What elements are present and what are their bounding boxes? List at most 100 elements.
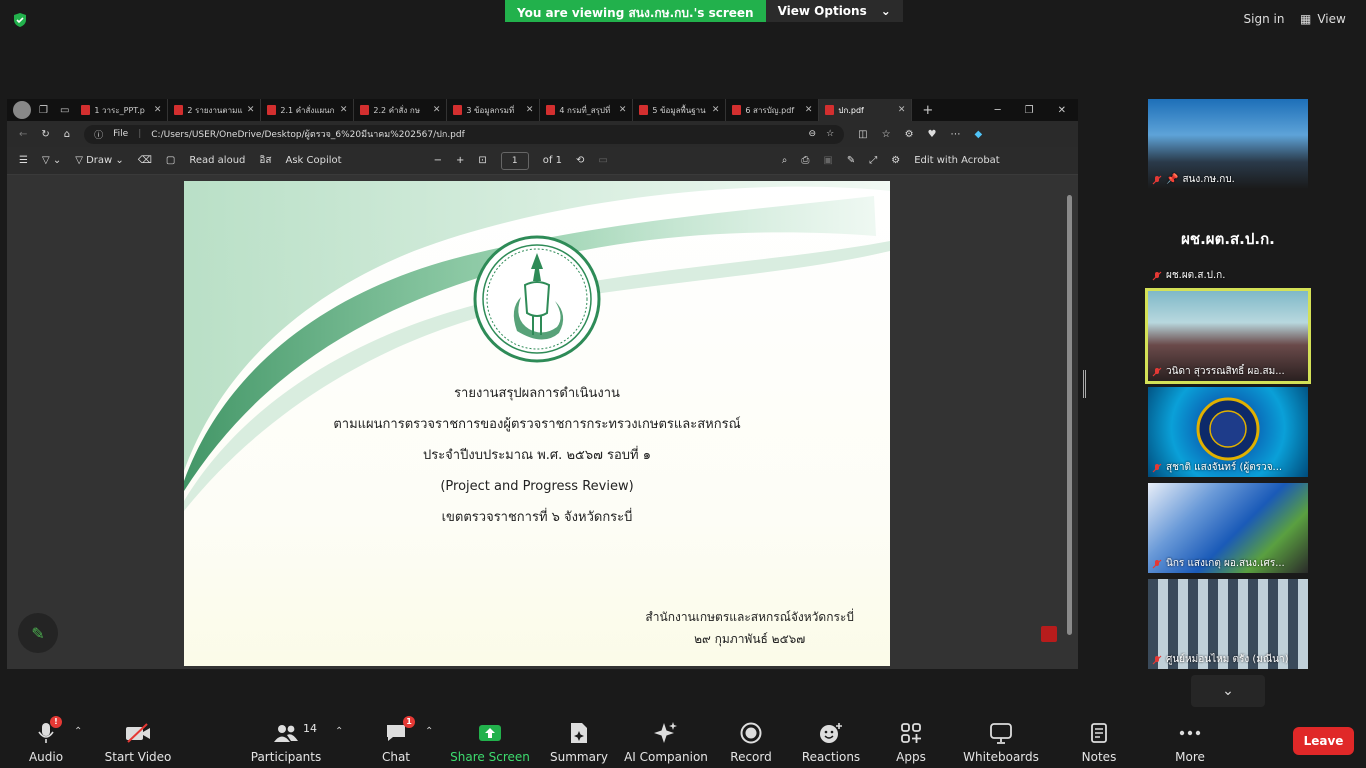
video-tile[interactable]: สุชาติ แสงจันทร์ (ผู้ตรวจ... xyxy=(1148,387,1308,477)
rotate-icon[interactable]: ⟲ xyxy=(576,155,584,166)
url-field[interactable]: ⓘ File | C:/Users/USER/OneDrive/Desktop/… xyxy=(84,124,845,144)
video-tile-active-speaker[interactable]: วนิดา สุวรรณสิทธิ์ ผอ.สม... xyxy=(1145,288,1311,384)
highlight-icon[interactable]: ▽ ⌄ xyxy=(42,155,61,166)
view-options-button[interactable]: View Options ⌄ xyxy=(765,0,903,22)
participants-button[interactable]: 14 Participants xyxy=(251,716,322,764)
video-tile[interactable]: ศูนย์หม่อนไหม ตรัง (มณีนา) xyxy=(1148,579,1308,669)
window-close-icon[interactable]: ✕ xyxy=(1058,105,1066,116)
browser-tab[interactable]: 4 กรมที่_สรุปที่ ✕ xyxy=(540,99,634,121)
zoom-in-icon[interactable]: + xyxy=(456,155,464,166)
video-tile[interactable]: นิกร แสงเกตุ ผอ.สนง.เศร... xyxy=(1148,483,1308,573)
more-tiles-button[interactable]: ⌄ xyxy=(1191,675,1265,707)
panel-resize-handle[interactable] xyxy=(1083,370,1086,398)
workspaces-icon[interactable]: ❐ xyxy=(39,105,48,116)
summary-button[interactable]: Summary xyxy=(550,716,608,764)
apps-button[interactable]: Apps xyxy=(892,716,930,764)
close-icon[interactable]: ✕ xyxy=(898,105,906,115)
vertical-scrollbar[interactable] xyxy=(1067,183,1074,658)
close-icon[interactable]: ✕ xyxy=(805,105,813,115)
whiteboards-button[interactable]: Whiteboards xyxy=(962,716,1040,764)
fullscreen-icon[interactable]: ⤢ xyxy=(869,155,877,166)
browser-tab[interactable]: 2 รายงานตามแ ✕ xyxy=(168,99,262,121)
browser-tab[interactable]: 2.1 คำสั่งแผนก ✕ xyxy=(261,99,355,121)
pdf-viewer[interactable]: รายงานสรุปผลการดำเนินงาน ตามแผนการตรวจรา… xyxy=(7,175,1078,669)
browser-tab[interactable]: 6 สารบัญ.pdf ✕ xyxy=(726,99,820,121)
favorite-star-icon[interactable]: ☆ xyxy=(826,129,834,139)
page-number-input[interactable]: 1 xyxy=(500,151,529,170)
chat-options-caret[interactable]: ⌃ xyxy=(425,726,433,737)
settings-icon[interactable]: ⚙ xyxy=(891,155,900,166)
contents-icon[interactable]: ☰ xyxy=(19,155,28,166)
zoom-icon[interactable]: ⊖ xyxy=(809,129,817,139)
browser-tab-active[interactable]: ปก.pdf ✕ xyxy=(819,99,913,121)
restore-icon[interactable]: ❐ xyxy=(1025,105,1034,116)
extensions-icon[interactable]: ⚙ xyxy=(905,129,914,140)
back-icon[interactable]: ← xyxy=(19,129,27,140)
scrollbar-thumb[interactable] xyxy=(1067,195,1072,635)
security-shield-icon[interactable] xyxy=(12,12,28,28)
favorites-icon[interactable]: ☆ xyxy=(882,129,891,140)
print-icon[interactable]: ⎙ xyxy=(801,155,809,166)
chat-button[interactable]: 1 Chat xyxy=(378,716,415,764)
minimize-icon[interactable]: ─ xyxy=(995,105,1001,116)
search-icon[interactable]: ⌕ xyxy=(782,155,788,166)
tab-actions-icon[interactable]: ▭ xyxy=(60,105,69,116)
edit-with-acrobat-button[interactable]: Edit with Acrobat xyxy=(914,155,1000,166)
ask-copilot-button[interactable]: Ask Copilot xyxy=(286,155,342,166)
notes-button[interactable]: Notes xyxy=(1080,716,1118,764)
browser-tab[interactable]: 2.2 คำสั่ง กษ ✕ xyxy=(354,99,448,121)
browser-tab[interactable]: 3 ข้อมูลกรมที่ ✕ xyxy=(447,99,541,121)
video-tile[interactable]: ผช.ผต.ส.ป.ก. ผช.ผต.ส.ป.ก. xyxy=(1148,195,1308,285)
chat-unread-badge: 1 xyxy=(403,716,415,728)
participant-name: นิกร แสงเกตุ ผอ.สนง.เศร... xyxy=(1166,558,1285,569)
profile-avatar[interactable] xyxy=(13,101,31,119)
pen-edit-icon[interactable]: ✎ xyxy=(18,613,58,653)
read-aloud-button[interactable]: Read aloud xyxy=(189,155,245,166)
tab-label: ปก.pdf xyxy=(838,105,864,115)
split-screen-icon[interactable]: ◫ xyxy=(858,129,867,140)
close-icon[interactable]: ✕ xyxy=(712,105,720,115)
close-icon[interactable]: ✕ xyxy=(619,105,627,115)
home-icon[interactable]: ⌂ xyxy=(64,129,70,140)
text-box-icon[interactable]: ▢ xyxy=(166,155,175,166)
refresh-icon[interactable]: ↻ xyxy=(41,129,49,140)
fit-page-icon[interactable]: ⊡ xyxy=(478,155,486,166)
zoom-out-icon[interactable]: − xyxy=(434,155,442,166)
start-video-button[interactable]: Start Video xyxy=(104,716,172,764)
browser-essentials-icon[interactable]: ♥ xyxy=(928,129,937,140)
new-tab-icon[interactable]: + xyxy=(922,103,933,118)
close-icon[interactable]: ✕ xyxy=(526,105,534,115)
video-tile[interactable]: 📌 สนง.กษ.กบ. xyxy=(1148,99,1308,189)
reactions-button[interactable]: Reactions xyxy=(802,716,860,764)
browser-tab[interactable]: 1 วาระ_PPT.p ✕ xyxy=(75,99,169,121)
more-button[interactable]: More xyxy=(1170,716,1210,764)
view-options-label: View Options xyxy=(777,4,867,18)
translate-button[interactable]: อิส xyxy=(259,153,271,168)
record-button[interactable]: Record xyxy=(728,716,774,764)
save-as-icon[interactable]: ✎ xyxy=(847,155,855,166)
draw-button[interactable]: ▽ Draw ⌄ xyxy=(75,155,124,166)
share-screen-button[interactable]: Share Screen xyxy=(450,716,530,764)
document-title-line: รายงานสรุปผลการดำเนินงาน xyxy=(454,386,620,401)
close-icon[interactable]: ✕ xyxy=(154,105,162,115)
save-icon[interactable]: ▣ xyxy=(823,155,832,166)
audio-button[interactable]: ! Audio xyxy=(26,716,66,764)
pdf-page: รายงานสรุปผลการดำเนินงาน ตามแผนการตรวจรา… xyxy=(184,181,890,666)
more-options-icon[interactable]: ⋯ xyxy=(951,129,961,140)
copilot-icon[interactable]: ◆ xyxy=(975,129,983,140)
browser-tab[interactable]: 5 ข้อมูลพื้นฐาน ✕ xyxy=(633,99,727,121)
shared-screen[interactable]: ❐ ▭ 1 วาระ_PPT.p ✕ 2 รายงานตามแ ✕ 2.1 คำสั… xyxy=(7,99,1078,669)
mic-muted-icon xyxy=(1152,559,1162,568)
close-icon[interactable]: ✕ xyxy=(433,105,441,115)
leave-button[interactable]: Leave xyxy=(1293,727,1354,755)
sign-in-button[interactable]: Sign in xyxy=(1236,8,1292,30)
participants-options-caret[interactable]: ⌃ xyxy=(335,726,343,737)
ai-companion-button[interactable]: AI Companion xyxy=(624,716,708,764)
close-icon[interactable]: ✕ xyxy=(340,105,348,115)
acrobat-icon[interactable] xyxy=(1041,626,1057,642)
view-button[interactable]: ▦ View xyxy=(1300,8,1356,30)
close-icon[interactable]: ✕ xyxy=(247,105,255,115)
audio-options-caret[interactable]: ⌃ xyxy=(74,726,82,737)
page-view-icon[interactable]: ▭ xyxy=(598,155,607,166)
eraser-icon[interactable]: ⌫ xyxy=(138,155,152,166)
